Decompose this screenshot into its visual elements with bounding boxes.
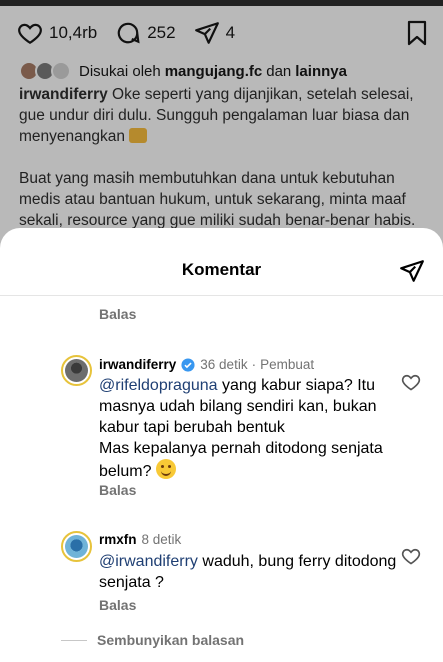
reply-button[interactable]: Balas: [99, 597, 136, 613]
comment-meta: irwandiferry 36 detik · Pembuat: [99, 357, 314, 372]
send-icon[interactable]: [399, 258, 425, 284]
comment-text: @irwandiferry waduh, bung ferry ditodong…: [99, 551, 397, 593]
heart-icon: [18, 23, 42, 45]
like-comment-icon[interactable]: [401, 372, 421, 392]
avatar: [51, 61, 71, 81]
send-icon: [194, 22, 219, 44]
comment-action[interactable]: 252: [115, 20, 176, 46]
comment-meta: rmxfn 8 detik: [99, 532, 181, 547]
comment-text: @rifeldopraguna yang kabur siapa? Itu ma…: [99, 375, 397, 482]
liked-by: Disukai oleh mangujang.fc dan lainnya: [19, 61, 351, 81]
verified-badge-icon: [181, 357, 195, 372]
comment-count: 252: [147, 23, 176, 42]
creator-badge: Pembuat: [260, 357, 315, 372]
sheet-title: Komentar: [181, 260, 262, 279]
comment-username[interactable]: rmxfn: [99, 532, 137, 547]
comment-icon: [117, 22, 140, 44]
comment-username[interactable]: irwandiferry: [99, 357, 176, 372]
post-caption: irwandiferry Oke seperti yang dijanjikan…: [19, 84, 427, 252]
liked-prefix: Disukai oleh: [79, 62, 161, 80]
avatar[interactable]: [61, 531, 92, 562]
liked-and: dan: [266, 62, 292, 80]
like-action[interactable]: 10,4rb: [17, 20, 97, 46]
sheet-header: Komentar: [0, 228, 443, 296]
like-count: 10,4rb: [49, 23, 98, 42]
post-background: 10,4rb 252 4 Disukai oleh mangujang.fc d…: [0, 0, 443, 250]
hide-replies-label: Sembunyikan balasan: [97, 632, 245, 648]
top-strip: [0, 0, 443, 6]
bookmark-button[interactable]: [405, 20, 429, 51]
smile-emoji-icon: [155, 459, 176, 479]
comments-sheet: Komentar Balas irwandiferry 36 detik · P…: [0, 228, 443, 662]
mention-link[interactable]: @rifeldopraguna: [99, 377, 218, 394]
liked-avatars: [19, 61, 73, 81]
emoji-icon: [129, 128, 148, 143]
share-action[interactable]: 4: [194, 20, 235, 46]
reply-button[interactable]: Balas: [99, 306, 136, 322]
reply-button[interactable]: Balas: [99, 482, 136, 498]
meta-separator: ·: [251, 357, 257, 372]
divider: [61, 639, 87, 641]
liked-user[interactable]: mangujang.fc: [165, 63, 263, 80]
caption-username[interactable]: irwandiferry: [19, 86, 108, 103]
mention-link[interactable]: @irwandiferry: [99, 553, 198, 570]
like-comment-icon[interactable]: [401, 546, 421, 566]
bookmark-icon: [407, 20, 427, 46]
liked-others[interactable]: lainnya: [295, 63, 347, 80]
comment-time: 8 detik: [141, 532, 182, 547]
comment-body-2: Mas kepalanya pernah ditodong senjata be…: [99, 440, 383, 480]
share-count: 4: [225, 23, 236, 42]
avatar[interactable]: [61, 355, 92, 386]
hide-replies-button[interactable]: Sembunyikan balasan: [61, 632, 244, 648]
post-actions: 10,4rb 252 4: [17, 20, 429, 46]
comment-time: 36 detik: [200, 357, 248, 372]
